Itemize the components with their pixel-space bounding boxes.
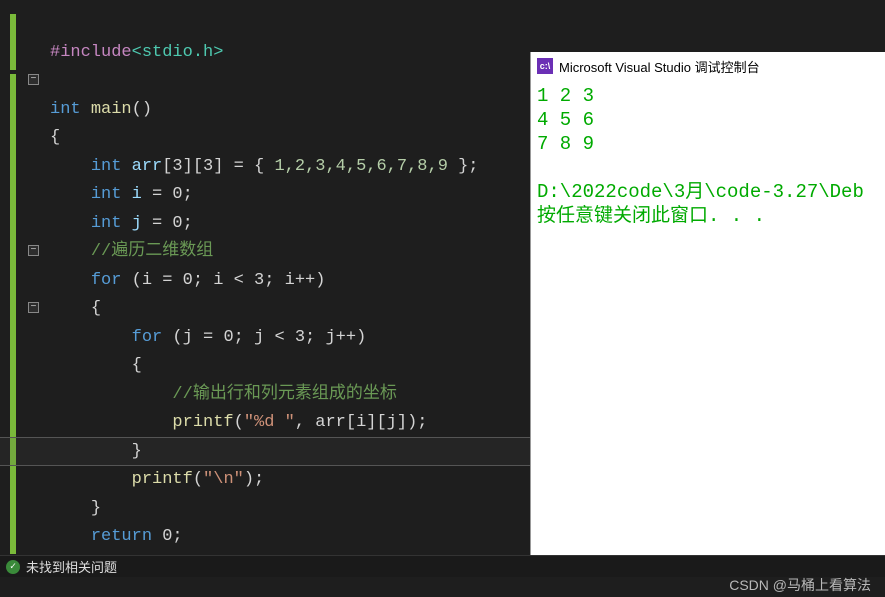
console-title-text: Microsoft Visual Studio 调试控制台 [559,57,760,76]
console-output: 1 2 3 4 5 6 7 8 9 D:\2022code\3月\code-3.… [531,80,885,232]
fold-icon[interactable]: − [28,74,39,85]
status-bar[interactable]: ✓ 未找到相关问题 [0,555,885,577]
change-marker [10,14,16,70]
status-text: 未找到相关问题 [26,557,117,576]
debug-console: c:\ Microsoft Visual Studio 调试控制台 1 2 3 … [530,52,885,555]
fold-icon[interactable]: − [28,245,39,256]
watermark: CSDN @马桶上看算法 [729,575,871,595]
change-marker [10,74,16,554]
code-editor[interactable]: − − − #include<stdio.h> int main() { int… [0,0,540,555]
check-icon: ✓ [6,560,20,574]
console-titlebar[interactable]: c:\ Microsoft Visual Studio 调试控制台 [531,52,885,80]
vs-icon: c:\ [537,58,553,74]
code-content: #include<stdio.h> int main() { int arr[3… [50,10,540,580]
fold-icon[interactable]: − [28,302,39,313]
